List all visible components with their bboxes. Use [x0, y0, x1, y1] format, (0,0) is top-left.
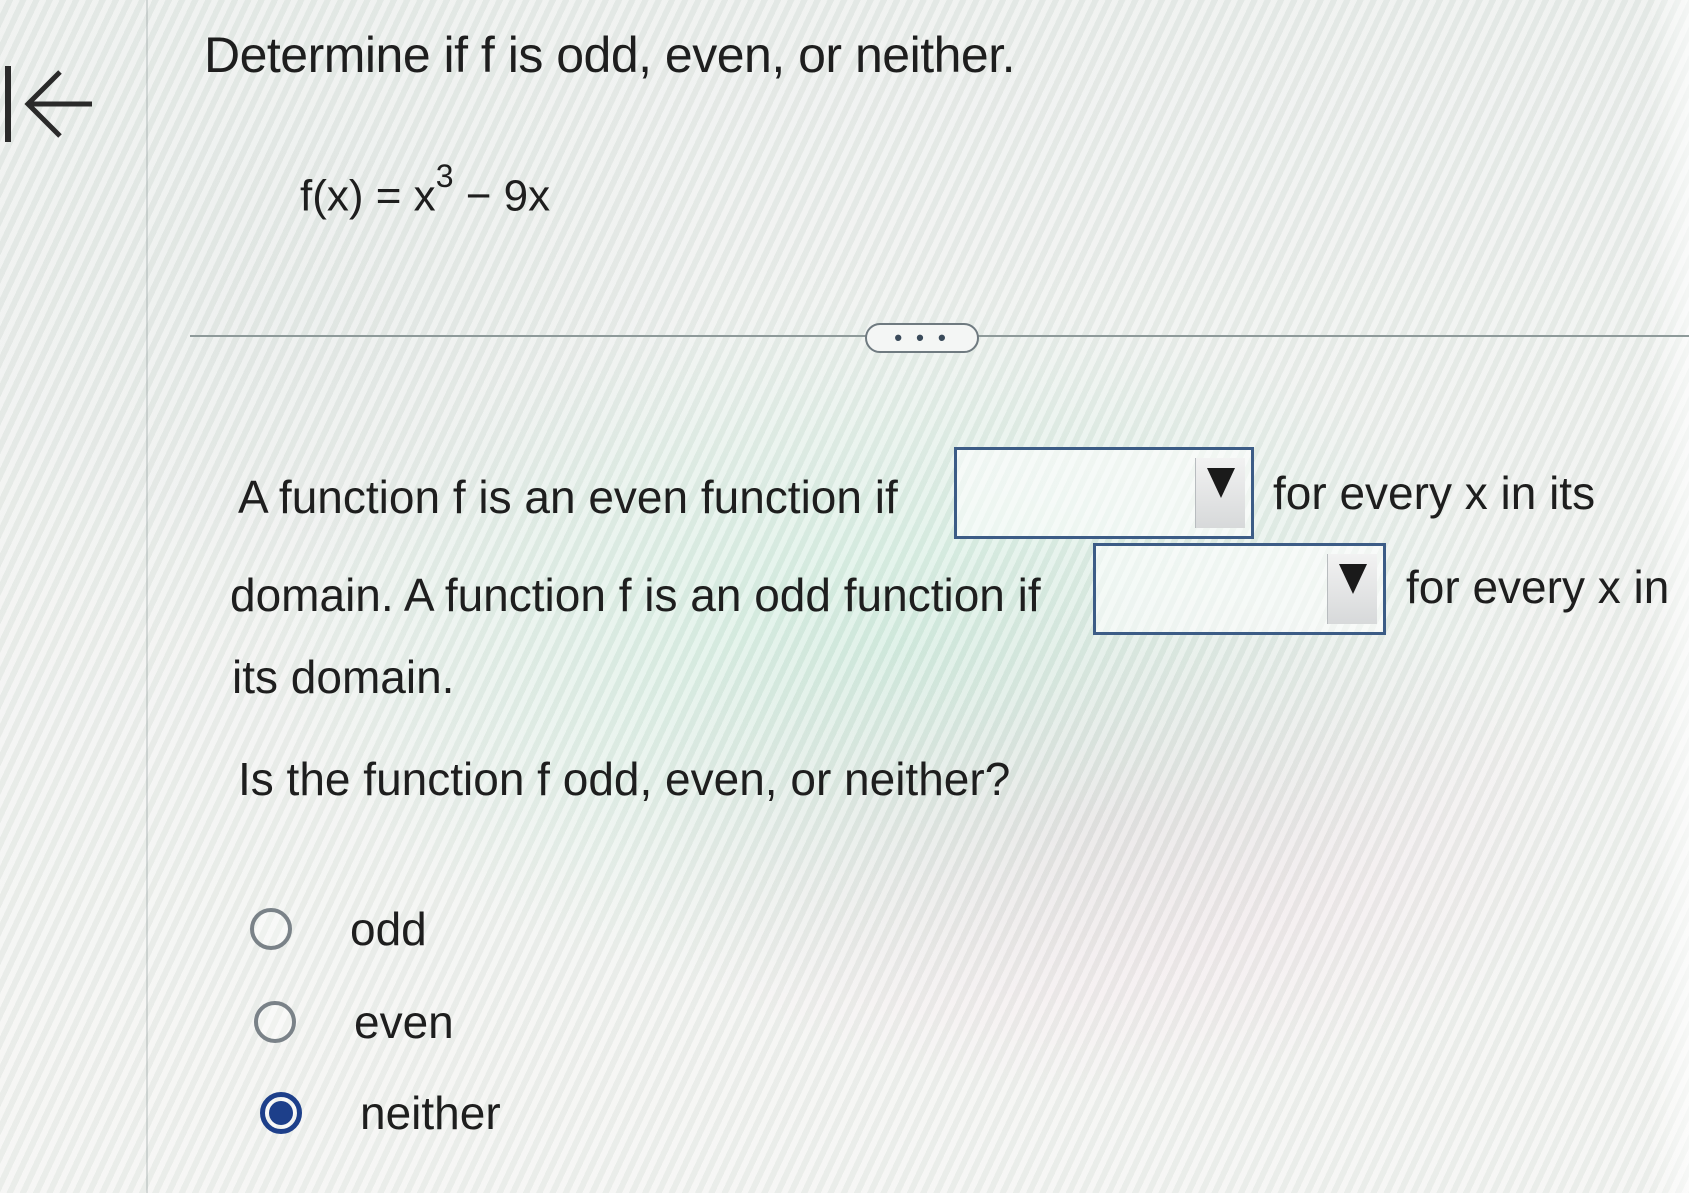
- even-definition-end: for every x in its: [1273, 467, 1596, 519]
- show-more-button[interactable]: • • •: [865, 323, 979, 353]
- radio-odd[interactable]: [250, 908, 292, 950]
- main-question: Is the function f odd, even, or neither?: [238, 753, 1011, 805]
- option-even[interactable]: even: [254, 995, 454, 1049]
- function-formula: f(x) = x3 − 9x: [300, 158, 551, 222]
- formula-base: f(x) = x: [300, 171, 436, 221]
- option-label-odd: odd: [350, 903, 427, 955]
- odd-definition-start: domain. A function f is an odd function …: [230, 569, 1041, 621]
- option-odd[interactable]: odd: [250, 902, 427, 956]
- odd-definition-dropdown[interactable]: [1093, 543, 1386, 635]
- radio-selected-dot: [269, 1101, 293, 1125]
- odd-definition-end: for every x in: [1406, 561, 1670, 613]
- radio-even[interactable]: [254, 1001, 296, 1043]
- option-label-neither: neither: [360, 1087, 501, 1139]
- formula-tail: − 9x: [453, 171, 551, 221]
- odd-dropdown-toggle[interactable]: [1327, 554, 1377, 624]
- question-panel: Determine if f is odd, even, or neither.…: [0, 0, 1689, 1193]
- option-neither[interactable]: neither: [260, 1086, 501, 1140]
- back-to-start-arrow-icon[interactable]: [2, 62, 94, 146]
- triangle-down-icon: [1338, 564, 1367, 594]
- problem-title: Determine if f is odd, even, or neither.: [204, 27, 1015, 83]
- option-label-even: even: [354, 996, 454, 1048]
- even-definition-dropdown[interactable]: [954, 447, 1254, 539]
- even-definition-start: A function f is an even function if: [238, 471, 898, 523]
- triangle-down-icon: [1206, 468, 1235, 498]
- formula-exponent: 3: [435, 158, 454, 194]
- even-dropdown-toggle[interactable]: [1195, 458, 1245, 528]
- definition-domain-end: its domain.: [232, 651, 455, 703]
- radio-neither-selected[interactable]: [260, 1092, 302, 1134]
